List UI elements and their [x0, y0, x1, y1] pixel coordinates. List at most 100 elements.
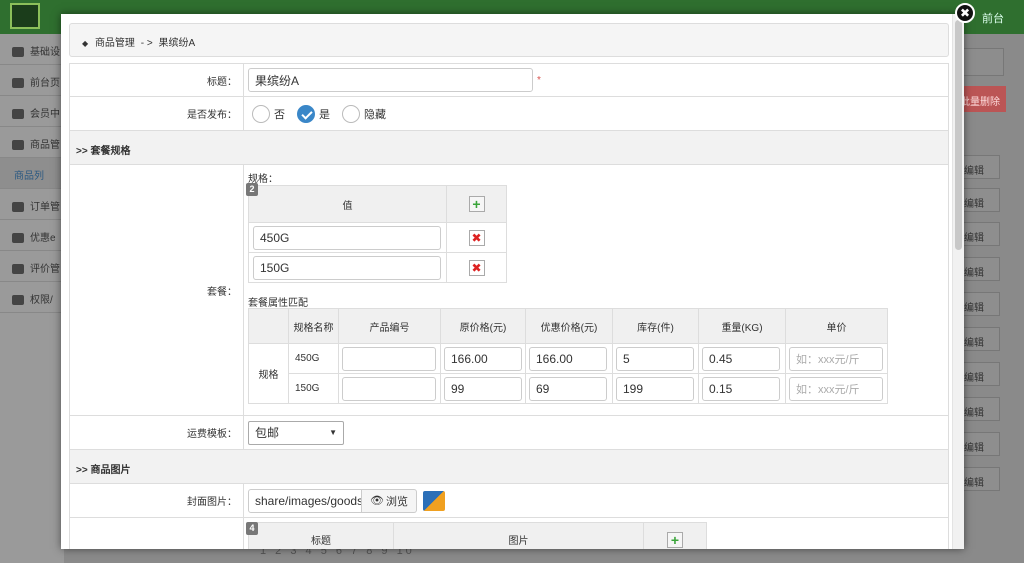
- gallery-table: 标题 图片 +: [248, 522, 707, 549]
- attr-header: 库存(件): [612, 308, 699, 344]
- frontend-link[interactable]: 前台: [982, 10, 1004, 26]
- attr-header: 原价格(元): [440, 308, 526, 344]
- title-row: 标题： 果缤纷A *: [70, 64, 948, 97]
- gallery-count-badge: 4: [246, 522, 258, 535]
- edit-button[interactable]: 编辑: [960, 188, 1000, 212]
- sidebar-subitem[interactable]: 商品列: [0, 158, 64, 189]
- spec-count-badge: 2: [246, 183, 258, 196]
- attr-row: 150G 99 69 199 0.15 如：xxx元/斤: [249, 373, 888, 404]
- attr-header: 重量(KG): [698, 308, 786, 344]
- gift-icon: [12, 233, 24, 244]
- unit-price-input[interactable]: 如：xxx元/斤: [789, 346, 883, 371]
- shipping-row: 运费模板： 包邮 ▼: [70, 416, 948, 450]
- sidebar-item[interactable]: 基础设: [0, 34, 64, 65]
- diamond-icon: ◆: [82, 39, 89, 48]
- publish-hidden-radio[interactable]: [342, 104, 360, 123]
- product-form: 标题： 果缤纷A * 是否发布： 否 是 隐藏 >> 套餐规格 套餐： 规格： …: [69, 63, 949, 549]
- publish-row: 是否发布： 否 是 隐藏: [70, 97, 948, 131]
- attr-header: 规格名称: [288, 308, 339, 344]
- gallery-header-image: 图片: [393, 522, 644, 549]
- attr-row: 规格 450G 166.00 166.00 5 0.45 如：xxx元/斤: [248, 343, 888, 404]
- browse-label: 浏览: [385, 495, 408, 508]
- attr-header: 单价: [785, 308, 888, 344]
- barcode-icon: [12, 140, 24, 151]
- original-price-input[interactable]: 166.00: [444, 346, 522, 371]
- breadcrumb-parent[interactable]: 商品管理: [95, 38, 135, 49]
- shipping-template-select[interactable]: 包邮 ▼: [248, 420, 344, 445]
- add-image-button[interactable]: +: [667, 531, 683, 548]
- product-code-input[interactable]: [342, 346, 436, 371]
- package-row: 套餐： 规格： 2 值 + 450G ✖ 150G ✖ 套餐属性匹配 规格名称 …: [70, 165, 948, 416]
- modal-scrollbar[interactable]: [952, 14, 964, 549]
- edit-button[interactable]: 编辑: [960, 432, 1000, 456]
- title-label: 标题：: [70, 64, 244, 96]
- publish-hidden-label: 隐藏: [364, 108, 386, 121]
- close-modal-button[interactable]: ✖: [955, 3, 975, 23]
- title-input[interactable]: 果缤纷A: [248, 68, 533, 92]
- spec-add-cell: +: [446, 185, 507, 223]
- sidebar-item[interactable]: 订单管: [0, 189, 64, 220]
- shipping-label: 运费模板：: [70, 416, 244, 449]
- gallery-row: 4 标题 图片 +: [70, 518, 948, 549]
- scrollbar-thumb[interactable]: [955, 20, 962, 250]
- edit-button[interactable]: 编辑: [960, 467, 1000, 491]
- spec-value-input[interactable]: 150G: [253, 255, 441, 280]
- edit-button[interactable]: 编辑: [960, 155, 1000, 179]
- package-label: 套餐：: [70, 165, 244, 415]
- sidebar-item[interactable]: 前台页: [0, 65, 64, 96]
- publish-no-label: 否: [274, 108, 285, 121]
- admin-sidebar: 基础设 前台页 会员中 商品管 商品列 订单管 优惠e 评价管 权限/: [0, 34, 64, 563]
- add-spec-button[interactable]: +: [468, 196, 485, 212]
- users-icon: [12, 295, 24, 306]
- user-icon: [12, 109, 24, 120]
- attr-match-title: 套餐属性匹配: [248, 298, 308, 309]
- cover-path-input[interactable]: share/images/goods: [248, 488, 362, 513]
- weight-input[interactable]: 0.15: [702, 376, 780, 401]
- eye-icon: 👁: [370, 495, 384, 507]
- cover-row: 封面图片： share/images/goods 👁 浏览: [70, 484, 948, 518]
- spec-value-header: 值: [248, 185, 447, 223]
- edit-button[interactable]: 编辑: [960, 257, 1000, 281]
- row-group-label: 规格: [248, 343, 289, 404]
- sidebar-item[interactable]: 评价管: [0, 251, 64, 282]
- spec-value-input[interactable]: 450G: [253, 225, 441, 250]
- publish-label: 是否发布：: [70, 97, 244, 130]
- stock-input[interactable]: 199: [616, 376, 694, 401]
- attr-spec-name: 450G: [288, 343, 339, 374]
- spec-label: 规格：: [248, 174, 278, 185]
- cart-icon: [12, 202, 24, 213]
- discount-price-input[interactable]: 69: [529, 376, 607, 401]
- gears-icon: [12, 78, 24, 89]
- edit-button[interactable]: 编辑: [960, 362, 1000, 386]
- attr-table: 规格名称 产品编号 原价格(元) 优惠价格(元) 库存(件) 重量(KG) 单价…: [248, 308, 888, 404]
- comments-icon: [12, 264, 24, 275]
- required-mark: *: [537, 74, 541, 86]
- attr-header: 产品编号: [338, 308, 441, 344]
- stock-input[interactable]: 5: [616, 346, 694, 371]
- attr-header: 优惠价格(元): [525, 308, 613, 344]
- publish-no-radio[interactable]: [252, 104, 270, 123]
- edit-product-modal: ◆ 商品管理 - > 果缤纷A 标题： 果缤纷A * 是否发布： 否 是 隐藏 …: [61, 14, 964, 549]
- cover-label: 封面图片：: [70, 484, 244, 517]
- unit-price-input[interactable]: 如：xxx元/斤: [789, 376, 883, 401]
- product-code-input[interactable]: [342, 376, 436, 401]
- browse-button[interactable]: 👁 浏览: [362, 488, 417, 513]
- sidebar-item[interactable]: 优惠e: [0, 220, 64, 251]
- image-preview-icon[interactable]: [422, 490, 445, 511]
- edit-button[interactable]: 编辑: [960, 222, 1000, 246]
- publish-yes-radio[interactable]: [297, 104, 315, 123]
- gallery-header-title: 标题: [248, 522, 394, 549]
- breadcrumb-current: 果缤纷A: [158, 38, 196, 49]
- sidebar-item[interactable]: 会员中: [0, 96, 64, 127]
- delete-spec-button[interactable]: ✖: [468, 229, 485, 246]
- original-price-input[interactable]: 99: [444, 376, 522, 401]
- edit-button[interactable]: 编辑: [960, 327, 1000, 351]
- discount-price-input[interactable]: 166.00: [529, 346, 607, 371]
- weight-input[interactable]: 0.45: [702, 346, 780, 371]
- delete-spec-button[interactable]: ✖: [468, 259, 485, 276]
- shipping-selected: 包邮: [255, 426, 280, 440]
- edit-button[interactable]: 编辑: [960, 292, 1000, 316]
- edit-button[interactable]: 编辑: [960, 397, 1000, 421]
- sidebar-item[interactable]: 权限/: [0, 282, 64, 313]
- sidebar-item[interactable]: 商品管: [0, 127, 64, 158]
